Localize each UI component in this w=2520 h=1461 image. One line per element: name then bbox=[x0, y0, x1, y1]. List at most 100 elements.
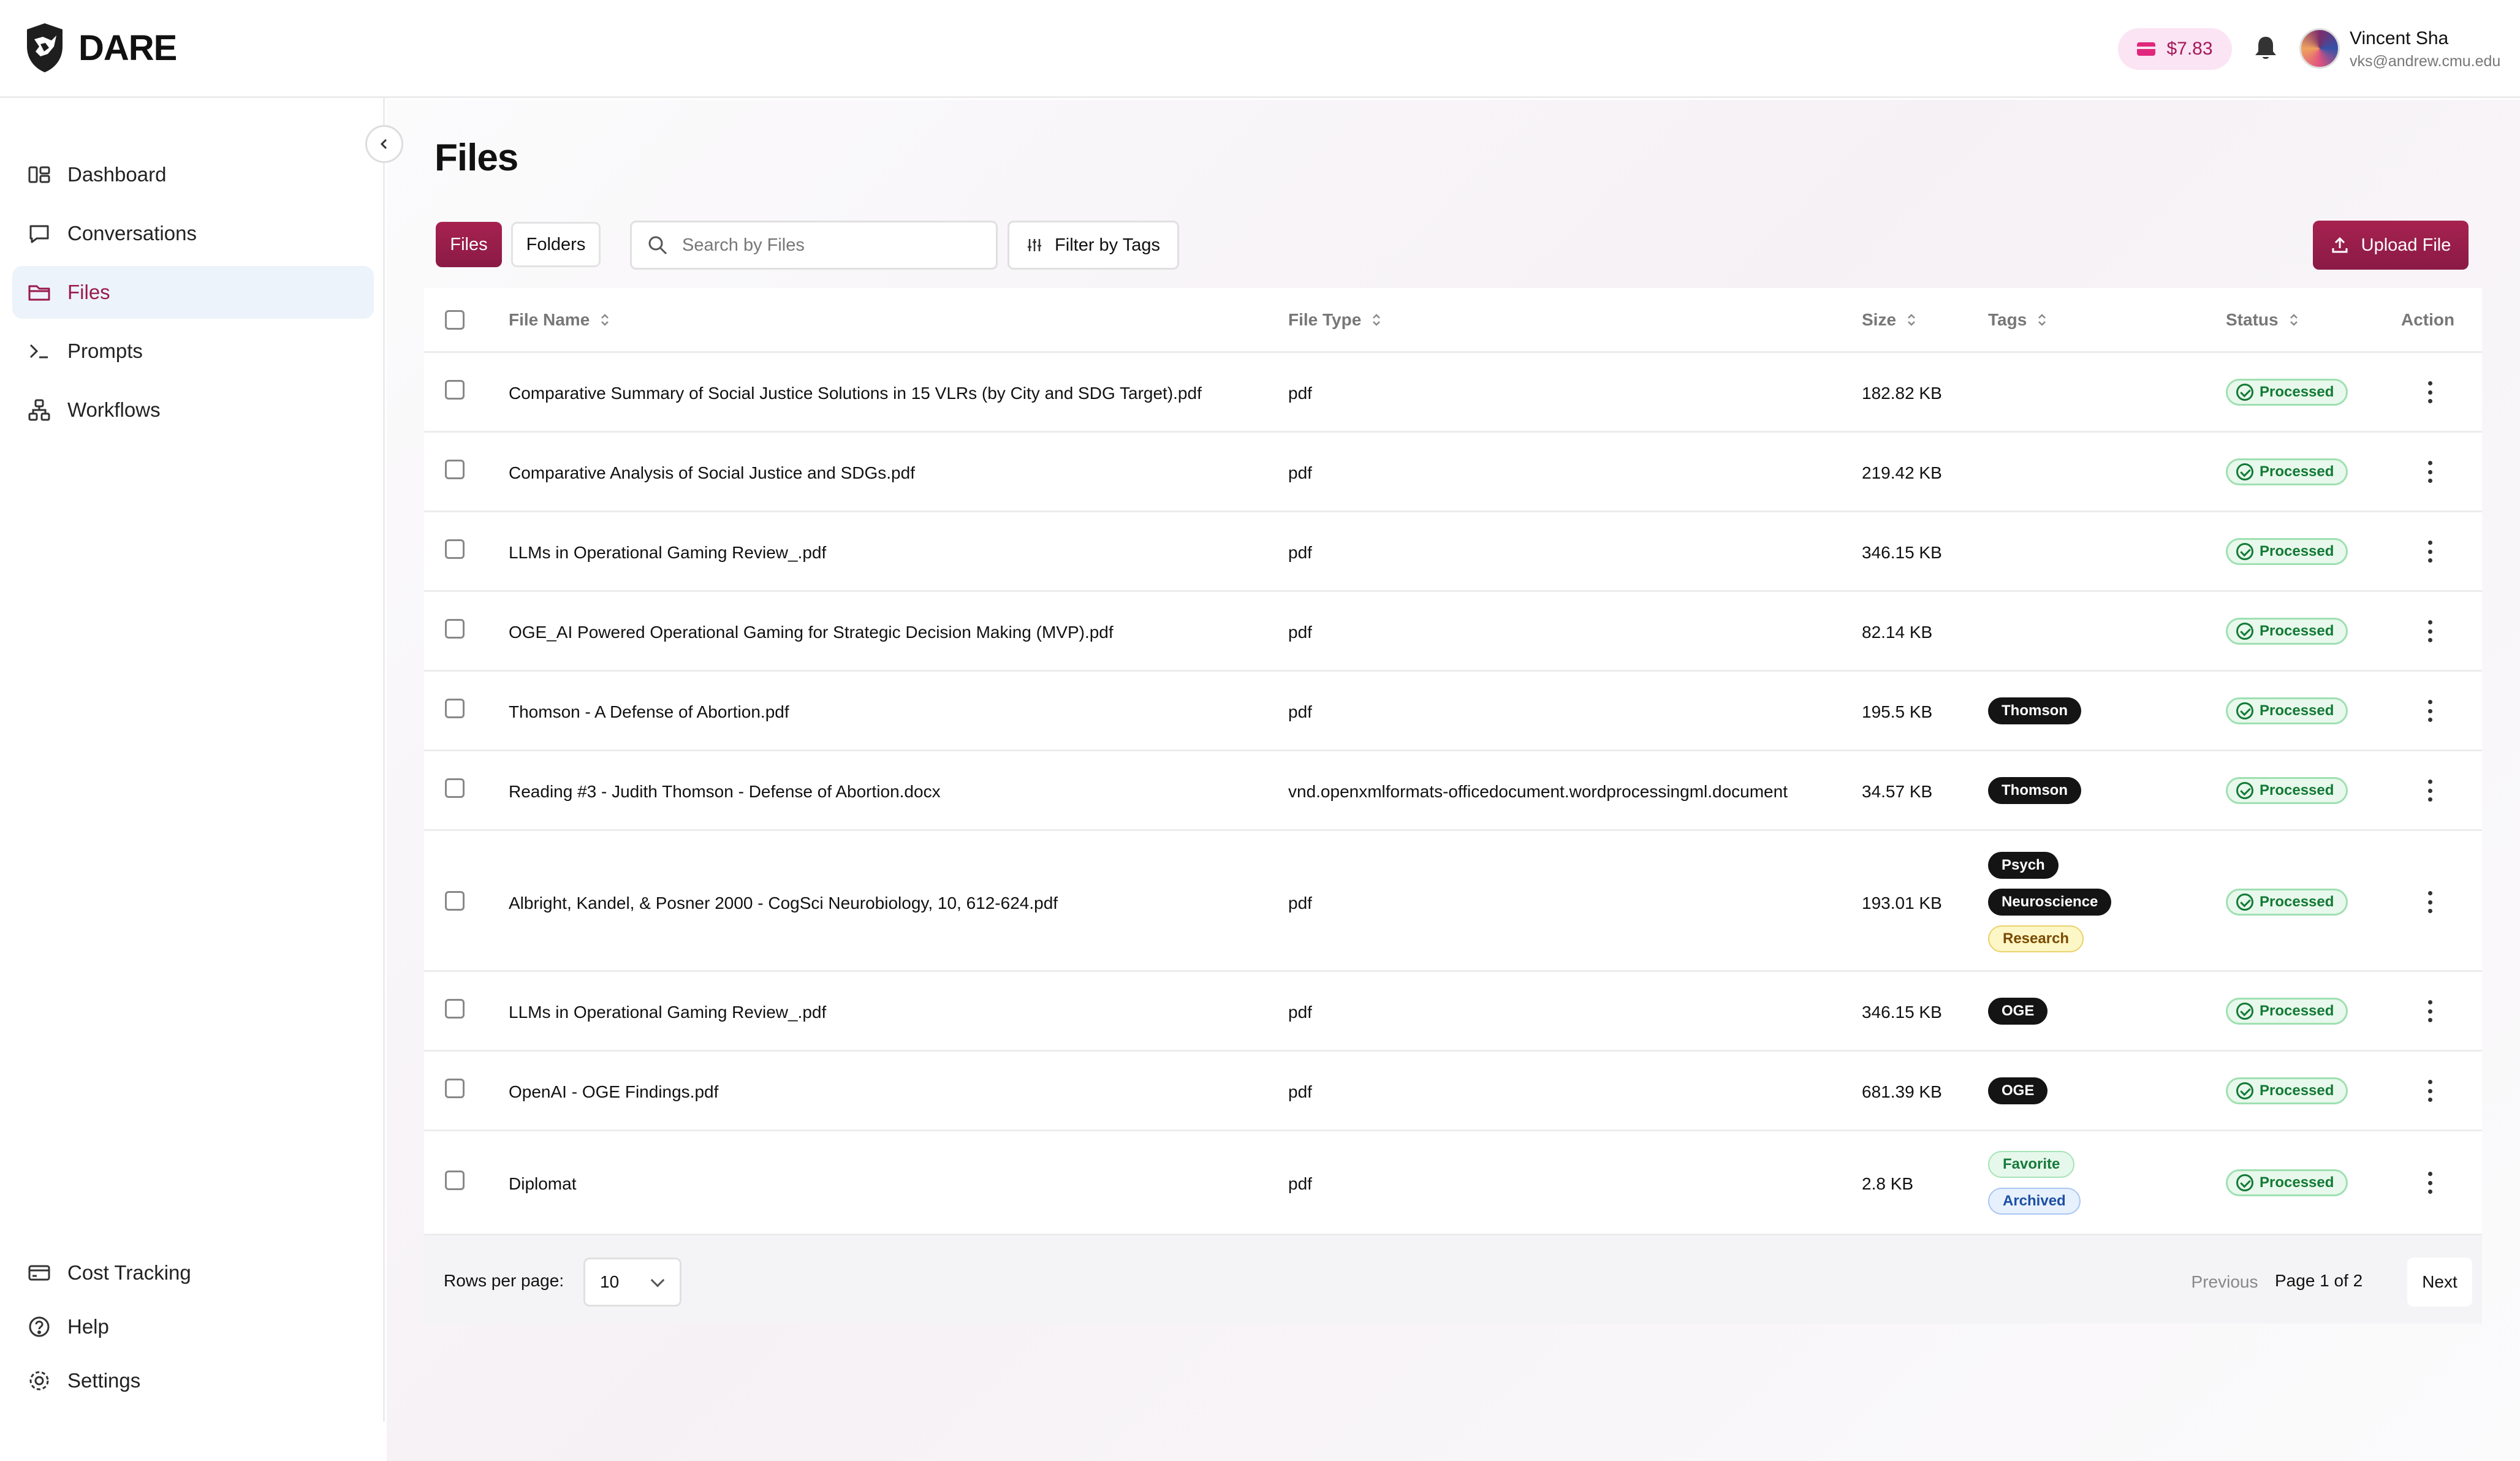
file-name-cell[interactable]: Comparative Analysis of Social Justice a… bbox=[509, 463, 915, 483]
rows-per-page-select[interactable]: 10 bbox=[583, 1258, 681, 1307]
upload-file-button[interactable]: Upload File bbox=[2313, 221, 2469, 270]
sidebar-item-files[interactable]: Files bbox=[12, 266, 374, 319]
tag-badge[interactable]: OGE bbox=[1988, 998, 2048, 1025]
sidebar-item-prompts[interactable]: Prompts bbox=[12, 325, 374, 378]
dashboard-icon bbox=[28, 166, 50, 183]
table-row[interactable]: Reading #3 - Judith Thomson - Defense of… bbox=[424, 751, 2482, 831]
status-badge: Processed bbox=[2226, 538, 2348, 565]
tag-badge[interactable]: Psych bbox=[1988, 852, 2059, 879]
row-checkbox[interactable] bbox=[445, 619, 465, 639]
tag-badge[interactable]: Research bbox=[1988, 925, 2084, 952]
file-name-cell[interactable]: Reading #3 - Judith Thomson - Defense of… bbox=[509, 782, 941, 802]
tag-badge[interactable]: Neuroscience bbox=[1988, 889, 2112, 916]
row-checkbox[interactable] bbox=[445, 380, 465, 400]
row-checkbox[interactable] bbox=[445, 999, 465, 1019]
chevron-down-icon bbox=[650, 1273, 665, 1288]
column-header-file-name[interactable]: File Name bbox=[509, 310, 609, 330]
folders-view-button[interactable]: Folders bbox=[511, 222, 601, 267]
sidebar-item-settings[interactable]: Settings bbox=[12, 1354, 374, 1407]
file-name-cell[interactable]: Albright, Kandel, & Posner 2000 - CogSci… bbox=[509, 894, 1058, 913]
file-size-cell: 681.39 KB bbox=[1862, 1082, 1942, 1101]
app-logo[interactable]: DARE bbox=[25, 22, 177, 74]
column-header-label: Status bbox=[2226, 310, 2279, 329]
files-view-button[interactable]: Files bbox=[436, 222, 502, 267]
next-page-button[interactable]: Next bbox=[2407, 1258, 2472, 1307]
column-header-status[interactable]: Status bbox=[2226, 310, 2298, 330]
table-row[interactable]: Albright, Kandel, & Posner 2000 - CogSci… bbox=[424, 831, 2482, 972]
bell-icon[interactable] bbox=[2253, 34, 2279, 61]
file-size-cell: 193.01 KB bbox=[1862, 894, 1942, 913]
table-row[interactable]: Comparative Summary of Social Justice So… bbox=[424, 353, 2482, 433]
row-actions-button[interactable] bbox=[2427, 1080, 2433, 1102]
user-name: Vincent Sha bbox=[2350, 28, 2449, 48]
row-actions-button[interactable] bbox=[2427, 891, 2433, 913]
column-header-size[interactable]: Size bbox=[1862, 310, 1916, 330]
row-actions-button[interactable] bbox=[2427, 780, 2433, 802]
column-header-label: Tags bbox=[1988, 310, 2027, 329]
sidebar-item-help[interactable]: Help bbox=[12, 1300, 374, 1353]
file-name-cell[interactable]: OpenAI - OGE Findings.pdf bbox=[509, 1082, 718, 1102]
file-name-cell[interactable]: Diplomat bbox=[509, 1174, 576, 1194]
table-row[interactable]: LLMs in Operational Gaming Review_.pdf p… bbox=[424, 972, 2482, 1052]
row-checkbox[interactable] bbox=[445, 539, 465, 559]
user-avatar[interactable] bbox=[2299, 28, 2340, 69]
row-checkbox[interactable] bbox=[445, 1171, 465, 1190]
row-actions-button[interactable] bbox=[2427, 1000, 2433, 1022]
sidebar: Dashboard Conversations Files Prompts Wo… bbox=[0, 98, 385, 1422]
row-actions-button[interactable] bbox=[2427, 381, 2433, 403]
column-header-file-type[interactable]: File Type bbox=[1288, 310, 1381, 330]
select-all-checkbox[interactable] bbox=[445, 310, 465, 330]
status-label: Processed bbox=[2260, 894, 2334, 910]
file-name-cell[interactable]: LLMs in Operational Gaming Review_.pdf bbox=[509, 543, 826, 563]
row-checkbox[interactable] bbox=[445, 778, 465, 798]
tag-badge[interactable]: Archived bbox=[1988, 1188, 2081, 1215]
row-actions-button[interactable] bbox=[2427, 541, 2433, 563]
file-size-cell: 182.82 KB bbox=[1862, 384, 1942, 403]
table-row[interactable]: Comparative Analysis of Social Justice a… bbox=[424, 433, 2482, 512]
previous-page-button[interactable]: Previous bbox=[2187, 1258, 2263, 1307]
row-actions-button[interactable] bbox=[2427, 700, 2433, 722]
table-row[interactable]: OpenAI - OGE Findings.pdf pdf 681.39 KB … bbox=[424, 1052, 2482, 1131]
status-badge: Processed bbox=[2226, 1169, 2348, 1196]
page-indicator: Page 1 of 2 bbox=[2275, 1271, 2363, 1290]
status-label: Processed bbox=[2260, 623, 2334, 639]
terminal-prompt-icon bbox=[29, 344, 48, 359]
file-name-cell[interactable]: Thomson - A Defense of Abortion.pdf bbox=[509, 702, 789, 722]
tag-badge[interactable]: Thomson bbox=[1988, 777, 2081, 804]
search-input[interactable] bbox=[682, 235, 976, 256]
row-checkbox[interactable] bbox=[445, 891, 465, 911]
file-size-cell: 219.42 KB bbox=[1862, 463, 1942, 482]
file-name-cell[interactable]: LLMs in Operational Gaming Review_.pdf bbox=[509, 1003, 826, 1022]
row-checkbox[interactable] bbox=[445, 699, 465, 718]
tag-badge[interactable]: OGE bbox=[1988, 1077, 2048, 1104]
folder-icon bbox=[28, 285, 50, 301]
file-name-cell[interactable]: OGE_AI Powered Operational Gaming for St… bbox=[509, 623, 1114, 642]
row-actions-button[interactable] bbox=[2427, 461, 2433, 483]
table-row[interactable]: LLMs in Operational Gaming Review_.pdf p… bbox=[424, 512, 2482, 592]
status-label: Processed bbox=[2260, 1003, 2334, 1019]
check-circle-icon bbox=[2236, 543, 2253, 560]
row-actions-button[interactable] bbox=[2427, 620, 2433, 642]
tag-badge[interactable]: Favorite bbox=[1988, 1151, 2075, 1178]
collapse-sidebar-button[interactable] bbox=[365, 125, 403, 163]
column-header-tags[interactable]: Tags bbox=[1988, 310, 2046, 330]
search-box bbox=[630, 221, 998, 270]
sidebar-item-label: Help bbox=[67, 1315, 109, 1338]
table-row[interactable]: Thomson - A Defense of Abortion.pdf pdf … bbox=[424, 672, 2482, 751]
sidebar-item-workflows[interactable]: Workflows bbox=[12, 384, 374, 436]
row-checkbox[interactable] bbox=[445, 460, 465, 479]
file-name-cell[interactable]: Comparative Summary of Social Justice So… bbox=[509, 384, 1202, 403]
sidebar-item-cost-tracking[interactable]: Cost Tracking bbox=[12, 1247, 374, 1299]
credit-balance-badge[interactable]: $7.83 bbox=[2118, 28, 2232, 70]
filter-by-tags-button[interactable]: Filter by Tags bbox=[1008, 221, 1179, 270]
row-checkbox[interactable] bbox=[445, 1079, 465, 1098]
table-row[interactable]: Diplomat pdf 2.8 KB Favorite Archived Pr… bbox=[424, 1131, 2482, 1235]
tag-badge[interactable]: Thomson bbox=[1988, 697, 2081, 724]
row-actions-button[interactable] bbox=[2427, 1172, 2433, 1194]
status-badge: Processed bbox=[2226, 697, 2348, 724]
sidebar-item-label: Dashboard bbox=[67, 163, 167, 186]
sidebar-item-dashboard[interactable]: Dashboard bbox=[12, 148, 374, 201]
sidebar-item-conversations[interactable]: Conversations bbox=[12, 207, 374, 260]
table-row[interactable]: OGE_AI Powered Operational Gaming for St… bbox=[424, 592, 2482, 672]
upload-icon bbox=[2332, 237, 2348, 253]
